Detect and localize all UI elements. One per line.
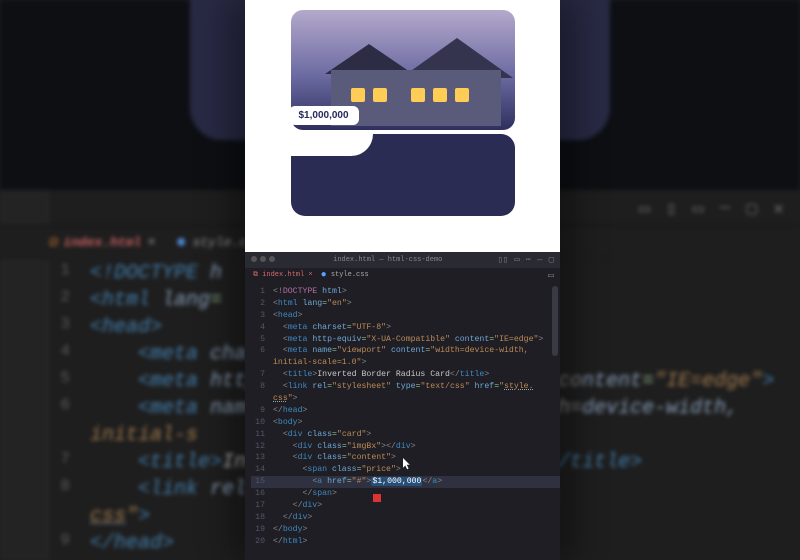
close-icon[interactable]: ✕ — [773, 198, 784, 220]
foreground-overlay: $1,000,000 index.html — html-css-demo ▯▯… — [245, 0, 560, 560]
layout-icon[interactable]: ▭ — [514, 255, 519, 265]
panel-icon[interactable]: ▯ — [666, 198, 677, 220]
property-card[interactable]: $1,000,000 — [283, 2, 523, 224]
more-icon[interactable]: ⋯ — [526, 255, 531, 265]
mini-editor: index.html — html-css-demo ▯▯ ▭ ⋯ — ▢ ⧉ … — [245, 252, 560, 560]
mini-tab-index[interactable]: ⧉ index.html × — [253, 271, 313, 279]
maximize-icon[interactable]: ▢ — [746, 198, 757, 220]
panel-icon[interactable]: ▭ — [693, 198, 704, 220]
bg-tab-index-label: index.html — [63, 235, 141, 250]
mini-code-area[interactable]: 1<!DOCTYPE html> 2<html lang="en"> 3<hea… — [245, 282, 560, 548]
price-badge[interactable]: $1,000,000 — [289, 106, 359, 125]
panel-icon[interactable]: ▭ — [639, 198, 650, 220]
mini-titlebar: index.html — html-css-demo ▯▯ ▭ ⋯ — ▢ — [245, 252, 560, 268]
window-traffic-lights[interactable] — [251, 256, 278, 265]
split-editor-icon[interactable]: ▯▯ — [497, 255, 508, 265]
window-max-icon[interactable]: ▢ — [549, 255, 554, 265]
mini-title-path: index.html — html-css-demo — [284, 256, 491, 264]
card-content — [291, 134, 515, 216]
bg-titlebar-controls: ▭ ▯ ▭ — ▢ ✕ — [639, 198, 784, 220]
window-min-icon[interactable]: — — [537, 255, 542, 265]
minimize-icon[interactable]: — — [720, 198, 731, 220]
bg-tab-index[interactable]: ⧉ index.html × — [38, 226, 166, 260]
autocomplete-marker-icon — [373, 494, 381, 502]
panel-toggle-icon[interactable]: ▭ — [548, 270, 554, 282]
mini-scrollbar[interactable] — [552, 286, 558, 356]
selected-price-text[interactable]: $1,000,000 — [371, 477, 422, 486]
mini-tab-style[interactable]: ● style.css — [321, 271, 369, 279]
mini-tab-row: ⧉ index.html × ● style.css — [245, 268, 560, 282]
preview-pane: $1,000,000 — [245, 0, 560, 252]
close-icon[interactable]: × — [147, 235, 155, 251]
